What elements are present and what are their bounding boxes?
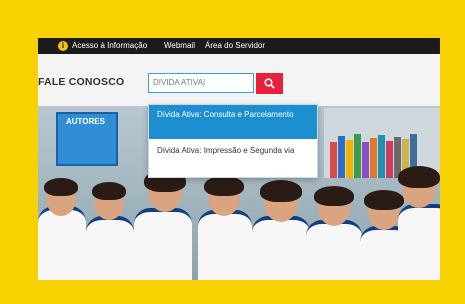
acesso-informacao-link[interactable]: i Acesso à Informação xyxy=(58,38,147,54)
classroom-board: AUTORES xyxy=(56,112,118,166)
child-figure xyxy=(38,206,86,280)
fale-conosco-link[interactable]: FALE CONOSCO xyxy=(38,76,124,88)
child-figure xyxy=(86,216,134,280)
acesso-informacao-label: Acesso à Informação xyxy=(72,41,148,50)
search-icon xyxy=(264,78,275,89)
website-viewport: i Acesso à Informação Webmail Área do Se… xyxy=(38,38,440,280)
dropdown-option-impressao[interactable]: Dívida Ativa: Impressão e Segunda via xyxy=(149,141,317,175)
search-autocomplete-dropdown: Dívida Ativa: Consulta e Parcelamento Dí… xyxy=(148,104,318,178)
child-figure xyxy=(198,210,252,280)
child-figure xyxy=(134,208,192,280)
child-figure xyxy=(398,204,440,280)
webmail-link[interactable]: Webmail xyxy=(164,38,195,54)
info-icon: i xyxy=(58,41,68,51)
search-input[interactable]: DIVIDA ATIVA| xyxy=(148,73,254,93)
search-button[interactable] xyxy=(256,73,283,94)
board-label: AUTORES xyxy=(66,117,105,126)
top-navigation-bar: i Acesso à Informação Webmail Área do Se… xyxy=(38,38,440,54)
yellow-frame: i Acesso à Informação Webmail Área do Se… xyxy=(0,0,465,304)
child-figure xyxy=(306,220,362,280)
area-servidor-link[interactable]: Área do Servidor xyxy=(205,38,265,54)
dropdown-option-consulta[interactable]: Dívida Ativa: Consulta e Parcelamento xyxy=(149,105,317,139)
child-figure xyxy=(252,216,310,280)
